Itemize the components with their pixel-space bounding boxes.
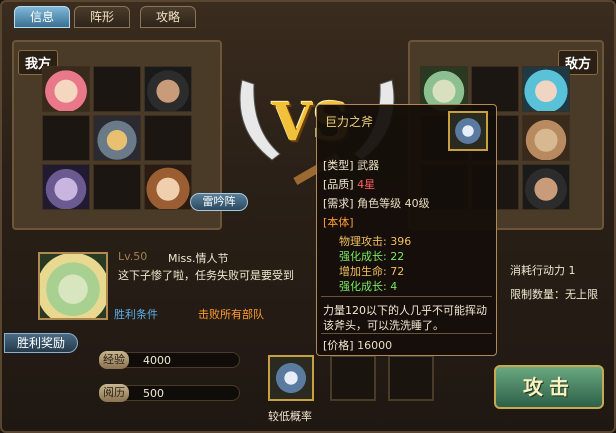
enemy-avatar: [38, 252, 108, 320]
empty-slot[interactable]: [93, 66, 141, 112]
divider: [321, 333, 492, 334]
item-name: 巨力之斧: [325, 115, 374, 129]
item-type: [类型] 武器: [323, 159, 380, 172]
our-formation-grid: [42, 66, 192, 210]
tab-strategy[interactable]: 攻略: [140, 6, 196, 28]
item-tooltip: 巨力之斧 [类型] 武器 [品质] 4星 [需求] 角色等级 40级 [本体] …: [316, 104, 497, 356]
axe-icon: [448, 111, 488, 151]
unit-portrait[interactable]: [522, 66, 570, 112]
exp-label: 经验: [99, 351, 129, 369]
item-requirement: [需求] 角色等级 40级: [323, 197, 430, 210]
stat-line: 增加生命: 72: [339, 265, 405, 278]
xp-value: 500: [143, 387, 164, 400]
xp-label: 阅历: [99, 384, 129, 402]
item-description: 力量120以下的人几乎不可能挥动该斧头，可以洗洗睡了。: [323, 304, 487, 332]
unit-portrait[interactable]: [144, 66, 192, 112]
win-condition-label: 胜利条件: [114, 308, 158, 321]
stat-line: 物理攻击: 396: [339, 235, 412, 248]
reward-slot-empty[interactable]: [388, 355, 434, 401]
reward-item-axe-icon[interactable]: [268, 355, 314, 401]
win-condition-value: 击败所有部队: [198, 308, 264, 321]
unit-portrait[interactable]: [144, 164, 192, 210]
unit-portrait[interactable]: [93, 115, 141, 161]
unit-portrait[interactable]: [42, 66, 90, 112]
item-base-label: [本体]: [323, 216, 354, 229]
limit-count: 限制数量：无上限: [510, 288, 598, 301]
exp-value: 4000: [143, 354, 171, 367]
tab-info[interactable]: 信息: [14, 6, 70, 28]
empty-slot[interactable]: [144, 115, 192, 161]
rewards-tag: 胜利奖励: [4, 333, 78, 353]
exp-row: 经验 4000: [99, 351, 240, 369]
unit-portrait[interactable]: [42, 164, 90, 210]
xp-row: 阅历 500: [99, 384, 240, 402]
item-price: [价格] 16000: [323, 339, 393, 352]
empty-slot[interactable]: [93, 164, 141, 210]
stat-line: 强化成长: 22: [339, 250, 405, 263]
unit-portrait[interactable]: [522, 164, 570, 210]
enemy-level: Lv.50: [118, 250, 148, 263]
empty-slot[interactable]: [42, 115, 90, 161]
attack-button[interactable]: 攻击: [494, 365, 604, 409]
item-quality: [品质] 4星: [323, 178, 376, 191]
unit-portrait[interactable]: [522, 115, 570, 161]
tab-formation[interactable]: 阵形: [74, 6, 130, 28]
enemy-dialogue: 这下子惨了啦，任务失败可是要受到: [118, 269, 294, 282]
enemy-name: Miss.情人节: [168, 252, 229, 265]
action-cost: 消耗行动力 1: [510, 264, 576, 277]
reward-slot-empty[interactable]: [330, 355, 376, 401]
reward-probability: 较低概率: [268, 410, 312, 423]
divider: [321, 296, 492, 297]
stat-line: 强化成长: 4: [339, 280, 398, 293]
